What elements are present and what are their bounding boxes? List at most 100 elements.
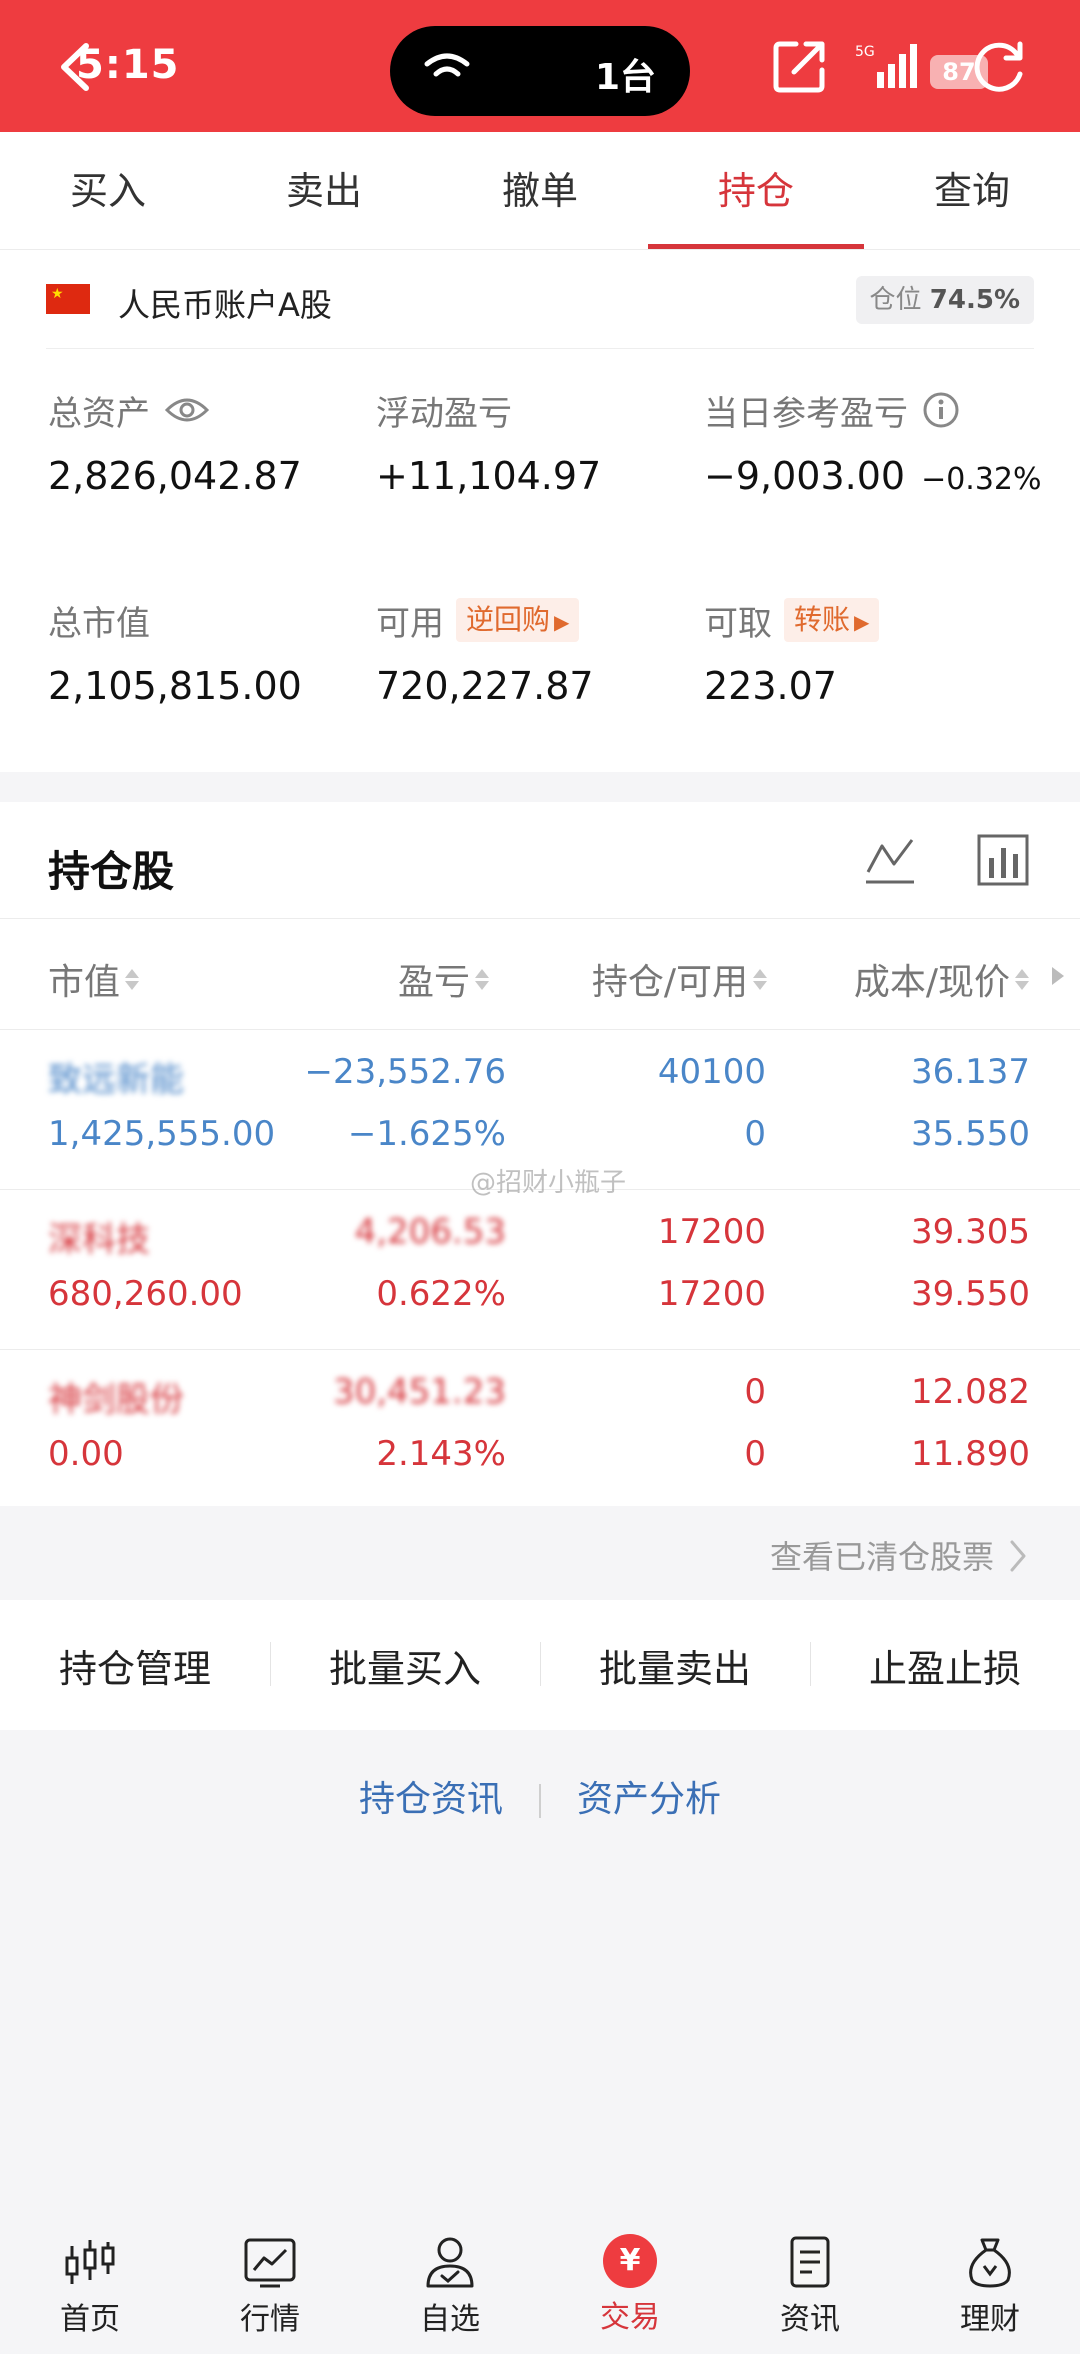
nav-home-label: 首页 xyxy=(60,2302,120,2337)
transfer-label: 转账 xyxy=(794,603,851,636)
asset-analysis-link[interactable]: 资产分析 xyxy=(577,1779,721,1820)
position-ratio-value: 74.5% xyxy=(929,285,1020,315)
caret-right-icon: ▶ xyxy=(554,610,570,634)
column-cost-price[interactable]: 成本/现价 xyxy=(854,953,1030,1005)
market-value: 总市值 2,105,815.00 xyxy=(48,596,302,709)
take-profit-stop-loss-button[interactable]: 止盈止损 xyxy=(810,1638,1080,1693)
candlestick-icon xyxy=(65,2240,115,2284)
withdrawable-label: 可取 xyxy=(704,603,772,644)
column-position[interactable]: 持仓/可用 xyxy=(592,953,768,1005)
status-bar: 5:15 1台 5G 87 xyxy=(0,0,1080,132)
nav-watchlist[interactable]: 自选 xyxy=(360,2210,540,2354)
stock-pl: 4,206.53 xyxy=(354,1212,506,1252)
sort-icon xyxy=(474,966,490,993)
stock-available: 0 xyxy=(744,1114,766,1154)
stock-market-value: 1,425,555.00 xyxy=(48,1114,276,1154)
cleared-stocks-link[interactable]: 查看已清仓股票 xyxy=(0,1506,1080,1600)
holdings-actions: 持仓管理 批量买入 批量卖出 止盈止损 xyxy=(0,1600,1080,1730)
divider xyxy=(539,1784,541,1818)
daily-pl-label: 当日参考盈亏 xyxy=(704,393,908,434)
nav-news[interactable]: 资讯 xyxy=(720,2210,900,2354)
tab-sell[interactable]: 卖出 xyxy=(216,132,432,249)
daily-pl: 当日参考盈亏 −9,003.00 −0.32% xyxy=(704,386,1042,498)
line-chart-icon[interactable] xyxy=(862,832,918,888)
nav-trade[interactable]: ¥ 交易 xyxy=(540,2210,720,2354)
nav-market[interactable]: 行情 xyxy=(180,2210,360,2354)
account-name[interactable]: 人民币账户A股 xyxy=(118,280,332,326)
withdrawable-funds: 可取 转账 ▶ 223.07 xyxy=(704,596,880,708)
share-icon[interactable] xyxy=(770,36,830,96)
stock-name: 神剑股份 xyxy=(48,1380,184,1420)
stock-pl-pct: −1.625% xyxy=(347,1114,506,1154)
bottom-nav: 首页 行情 自选 ¥ 交易 资讯 理财 xyxy=(0,2210,1080,2354)
stock-position: 17200 xyxy=(657,1212,766,1252)
stock-pl-pct: 0.622% xyxy=(376,1274,506,1314)
stock-name: 致远新能 xyxy=(48,1060,184,1100)
market-value-value: 2,105,815.00 xyxy=(48,664,302,708)
account-summary: ★ 人民币账户A股 仓位 74.5% 总资产 2,826,042.87 浮动盈亏… xyxy=(0,250,1080,772)
batch-sell-button[interactable]: 批量卖出 xyxy=(540,1638,810,1693)
withdrawable-value: 223.07 xyxy=(704,664,837,708)
holdings-news-link[interactable]: 持仓资讯 xyxy=(359,1779,503,1820)
island-text: 1台 xyxy=(595,57,657,98)
nav-trade-label: 交易 xyxy=(600,2300,660,2335)
market-value-label: 总市值 xyxy=(48,603,150,644)
transfer-button[interactable]: 转账 ▶ xyxy=(784,598,880,642)
sort-icon xyxy=(752,966,768,993)
stock-pl-pct: 2.143% xyxy=(376,1434,506,1474)
wifi-icon xyxy=(424,53,470,77)
stock-price: 35.550 xyxy=(911,1114,1030,1154)
nav-wealth[interactable]: 理财 xyxy=(900,2210,1080,2354)
tab-query[interactable]: 查询 xyxy=(864,132,1080,249)
info-icon[interactable] xyxy=(922,391,960,429)
chevron-right-icon[interactable] xyxy=(1052,967,1064,985)
position-ratio-badge: 仓位 74.5% xyxy=(855,276,1034,324)
column-position-label: 持仓/可用 xyxy=(591,962,748,1003)
stock-available: 0 xyxy=(744,1434,766,1474)
money-bag-icon xyxy=(969,2238,1011,2288)
daily-pl-value: −9,003.00 xyxy=(704,454,906,498)
bar-chart-icon[interactable] xyxy=(975,832,1031,888)
floating-pl: 浮动盈亏 +11,104.97 xyxy=(376,386,602,499)
nav-wealth-label: 理财 xyxy=(960,2302,1020,2337)
stock-position: 40100 xyxy=(657,1052,766,1092)
column-pl-label: 盈亏 xyxy=(397,962,470,1003)
column-pl[interactable]: 盈亏 xyxy=(398,953,490,1005)
stock-available: 17200 xyxy=(657,1274,766,1314)
signal-icon: 5G xyxy=(855,44,917,88)
nav-market-label: 行情 xyxy=(240,2302,300,2337)
stock-name: 深科技 xyxy=(48,1220,150,1260)
total-assets-label: 总资产 xyxy=(48,393,150,434)
position-ratio-label: 仓位 xyxy=(869,285,922,315)
tab-buy[interactable]: 买入 xyxy=(0,132,216,249)
nav-home[interactable]: 首页 xyxy=(0,2210,180,2354)
eye-icon[interactable] xyxy=(164,395,210,425)
chevron-right-icon xyxy=(1010,1540,1026,1572)
cleared-stocks-label: 查看已清仓股票 xyxy=(769,1538,994,1576)
refresh-icon[interactable] xyxy=(970,38,1028,96)
stock-market-value: 0.00 xyxy=(48,1434,124,1474)
reverse-repo-button[interactable]: 逆回购 ▶ xyxy=(456,598,580,642)
stock-position: 0 xyxy=(744,1372,766,1412)
table-row[interactable]: 深科技 680,260.00 4,206.53 0.622% 17200 172… xyxy=(0,1190,1080,1350)
column-cost-price-label: 成本/现价 xyxy=(853,962,1010,1003)
stock-market-value: 680,260.00 xyxy=(48,1274,243,1314)
document-icon xyxy=(790,2236,830,2288)
stock-pl: −23,552.76 xyxy=(304,1052,506,1092)
table-row[interactable]: 神剑股份 0.00 30,451.23 2.143% 0 0 12.082 11… xyxy=(0,1350,1080,1510)
tab-cancel-order[interactable]: 撤单 xyxy=(432,132,648,249)
floating-pl-value: +11,104.97 xyxy=(376,454,602,498)
column-market-value[interactable]: 市值 xyxy=(48,953,140,1005)
svg-text:5G: 5G xyxy=(855,44,875,60)
info-links: 持仓资讯 资产分析 xyxy=(0,1770,1080,1840)
tab-positions[interactable]: 持仓 xyxy=(648,132,864,249)
yen-icon: ¥ xyxy=(603,2234,657,2288)
column-market-value-label: 市值 xyxy=(48,962,121,1003)
batch-buy-button[interactable]: 批量买入 xyxy=(270,1638,540,1693)
reverse-repo-label: 逆回购 xyxy=(466,603,551,636)
stock-cost: 39.305 xyxy=(911,1212,1030,1252)
floating-pl-label: 浮动盈亏 xyxy=(376,393,512,434)
divider xyxy=(46,348,1034,349)
manage-positions-button[interactable]: 持仓管理 xyxy=(0,1638,270,1693)
user-check-icon xyxy=(426,2237,474,2288)
